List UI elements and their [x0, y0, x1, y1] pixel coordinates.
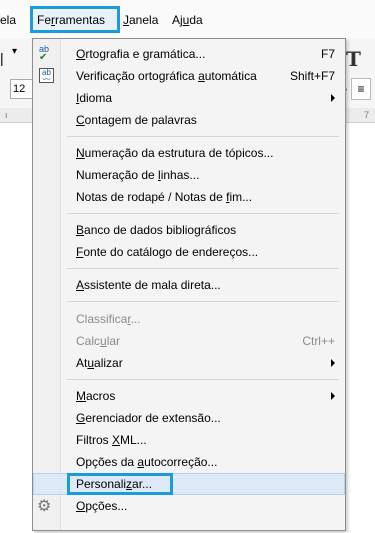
gear-icon: ⚙: [37, 498, 52, 515]
fontwork-icon[interactable]: T: [346, 47, 361, 71]
menu-item-fonte-catalogo[interactable]: Fonte do catálogo de endereços...: [33, 241, 345, 263]
menu-item-calcular[interactable]: Calcular Ctrl++: [33, 330, 345, 352]
separator: [67, 213, 339, 214]
menu-bar: ela Ferramentas Janela Ajuda: [0, 0, 375, 39]
ferramentas-dropdown: ab ✔ Ortografia e gramática... F7 ab 〰 Ver…: [32, 38, 346, 531]
shortcut: Shift+F7: [289, 69, 335, 83]
submenu-arrow-icon: [331, 392, 335, 400]
menu-item-ortografia[interactable]: ab ✔ Ortografia e gramática... F7: [33, 43, 345, 65]
menu-item-autocorrecao[interactable]: Opções da autocorreção...: [33, 451, 345, 473]
font-size-field[interactable]: 12: [10, 79, 34, 99]
align-icon[interactable]: ≡: [351, 78, 371, 100]
separator: [67, 136, 339, 137]
menu-item-opcoes[interactable]: ⚙ Opções...: [33, 495, 345, 517]
shortcut: Ctrl++: [302, 334, 335, 348]
menu-item-mala-direta[interactable]: Assistente de mala direta...: [33, 274, 345, 296]
menu-item-banco-dados[interactable]: Banco de dados bibliográficos: [33, 219, 345, 241]
menu-item-atualizar[interactable]: Atualizar: [33, 352, 345, 374]
menu-ferramentas[interactable]: Ferramentas: [37, 13, 105, 27]
menu-item-idioma[interactable]: Idioma: [33, 87, 345, 109]
ruler-tick: 7: [364, 110, 370, 120]
shortcut: F7: [320, 47, 335, 61]
auto-spellcheck-icon: ab 〰: [39, 68, 54, 84]
menu-item-numeracao-linhas[interactable]: Numeração de linhas...: [33, 164, 345, 186]
menu-item-classificar[interactable]: Classificar...: [33, 308, 345, 330]
submenu-arrow-icon: [331, 359, 335, 367]
menu-ajuda[interactable]: Ajuda: [172, 13, 203, 27]
menu-tabela[interactable]: ela: [0, 13, 16, 27]
separator: [67, 301, 339, 302]
menu-item-verificacao-automatica[interactable]: ab 〰 Verificação ortográfica automática S…: [33, 65, 345, 87]
toolbar-separator-icon: |: [0, 50, 4, 66]
spellcheck-icon: ab ✔: [39, 44, 50, 63]
ruler-tick: ı: [5, 110, 8, 120]
menu-item-personalizar[interactable]: Personalizar...: [33, 473, 345, 495]
menu-janela[interactable]: Janela: [123, 13, 158, 27]
menu-item-contagem[interactable]: Contagem de palavras: [33, 109, 345, 131]
menu-item-macros[interactable]: Macros: [33, 385, 345, 407]
dropdown-arrow-icon[interactable]: ▾: [12, 46, 17, 57]
separator: [67, 268, 339, 269]
menu-item-notas-rodape[interactable]: Notas de rodapé / Notas de fim...: [33, 186, 345, 208]
separator: [67, 379, 339, 380]
menu-item-numeracao-topicos[interactable]: Numeração da estrutura de tópicos...: [33, 142, 345, 164]
menu-item-filtros-xml[interactable]: Filtros XML...: [33, 429, 345, 451]
submenu-arrow-icon: [331, 94, 335, 102]
menu-item-gerenciador-extensao[interactable]: Gerenciador de extensão...: [33, 407, 345, 429]
